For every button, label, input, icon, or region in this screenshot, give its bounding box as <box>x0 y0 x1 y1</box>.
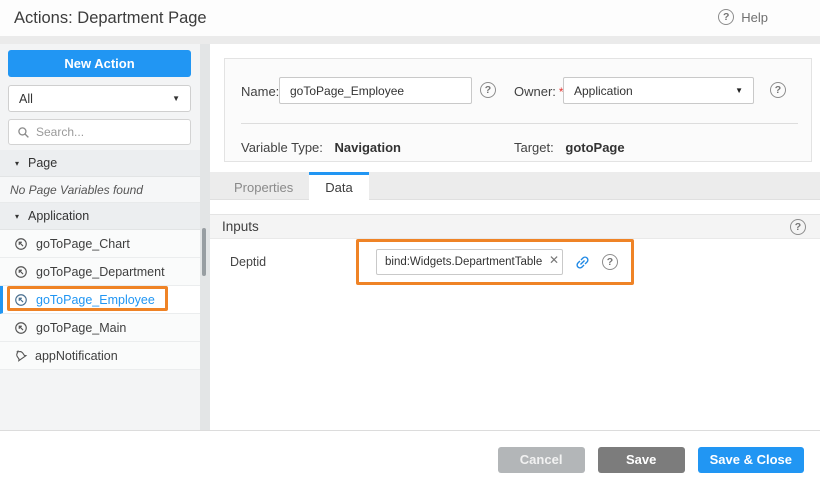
tree-item-gotopage-main[interactable]: goToPage_Main <box>0 314 200 342</box>
header-divider <box>0 36 820 44</box>
deptid-help-icon[interactable]: ? <box>602 254 618 270</box>
owner-help-icon[interactable]: ? <box>770 82 786 98</box>
deptid-input-row: Deptid ✕ ? <box>210 239 820 285</box>
tab-bar: Properties Data <box>210 172 820 200</box>
tree-item-label: goToPage_Department <box>36 265 165 279</box>
search-input[interactable] <box>36 125 182 139</box>
help-button[interactable]: ? Help <box>718 9 768 25</box>
save-and-close-button[interactable]: Save & Close <box>698 447 804 473</box>
collapse-arrow-icon: ▾ <box>15 159 19 168</box>
filter-dropdown[interactable]: All ▼ <box>8 85 191 112</box>
action-summary-card: Name:* ? Owner:* Application ▼ ? Variabl… <box>224 58 812 162</box>
dialog-header: Actions: Department Page ? Help <box>0 0 820 36</box>
detail-panel: Name:* ? Owner:* Application ▼ ? Variabl… <box>210 44 820 430</box>
name-help-icon[interactable]: ? <box>480 82 496 98</box>
navigation-icon <box>14 265 28 279</box>
search-box[interactable] <box>8 119 191 145</box>
save-button[interactable]: Save <box>598 447 685 473</box>
annotation-highlight-box: ✕ ? <box>356 239 634 285</box>
sidebar-scrollbar[interactable] <box>202 228 206 276</box>
navigation-icon <box>14 237 28 251</box>
target-value: gotoPage <box>565 140 624 155</box>
deptid-label: Deptid <box>230 255 266 269</box>
tree-group-label: Application <box>28 209 89 223</box>
inputs-section-title: Inputs <box>222 219 259 234</box>
tree-group-label: Page <box>28 156 57 170</box>
variable-type-value: Navigation <box>335 140 401 155</box>
target-row: Target: gotoPage <box>514 140 625 155</box>
owner-label: Owner:* <box>514 84 564 99</box>
navigation-icon <box>14 321 28 335</box>
tree-item-label: goToPage_Employee <box>36 293 155 307</box>
chevron-down-icon: ▼ <box>172 94 180 103</box>
collapse-arrow-icon: ▾ <box>15 212 19 221</box>
tree-group-application[interactable]: ▾ Application <box>0 203 200 230</box>
help-label: Help <box>741 10 768 25</box>
name-input[interactable] <box>279 77 472 104</box>
tree-item-label: appNotification <box>35 349 118 363</box>
tree-item-label: goToPage_Main <box>36 321 126 335</box>
target-label: Target: <box>514 140 554 155</box>
inputs-help-icon[interactable]: ? <box>790 219 806 235</box>
cancel-button[interactable]: Cancel <box>498 447 585 473</box>
empty-page-variables-message: No Page Variables found <box>0 177 200 203</box>
card-divider <box>241 123 798 124</box>
variable-type-row: Variable Type: Navigation <box>241 140 401 155</box>
tree-item-gotopage-employee[interactable]: goToPage_Employee <box>0 286 200 314</box>
new-action-button[interactable]: New Action <box>8 50 191 77</box>
tree-item-appnotification[interactable]: appNotification <box>0 342 200 370</box>
tree-group-page[interactable]: ▾ Page <box>0 150 200 177</box>
chevron-down-icon: ▼ <box>735 86 743 95</box>
page-title: Actions: Department Page <box>14 9 207 28</box>
bind-expression-field[interactable]: ✕ <box>376 249 563 275</box>
owner-dropdown[interactable]: Application ▼ <box>563 77 754 104</box>
dialog-footer: Cancel Save Save & Close <box>0 430 820 488</box>
tab-properties[interactable]: Properties <box>218 172 309 200</box>
bind-link-icon[interactable] <box>570 250 594 274</box>
sidebar: New Action All ▼ ▾ Page No Page Variable… <box>0 44 200 430</box>
navigation-icon <box>14 293 28 307</box>
bind-expression-input[interactable] <box>376 249 563 275</box>
owner-value: Application <box>574 84 633 98</box>
clear-icon[interactable]: ✕ <box>549 254 559 266</box>
help-icon: ? <box>718 9 734 25</box>
variables-tree: ▾ Page No Page Variables found ▾ Applica… <box>0 150 200 370</box>
inputs-section-header: Inputs ? <box>210 214 820 239</box>
tab-data[interactable]: Data <box>309 172 368 200</box>
tree-item-gotopage-chart[interactable]: goToPage_Chart <box>0 230 200 258</box>
tree-item-gotopage-department[interactable]: goToPage_Department <box>0 258 200 286</box>
tree-item-label: goToPage_Chart <box>36 237 130 251</box>
variable-type-label: Variable Type: <box>241 140 323 155</box>
filter-value: All <box>19 92 33 106</box>
notification-icon <box>11 346 29 364</box>
search-icon <box>17 126 30 139</box>
